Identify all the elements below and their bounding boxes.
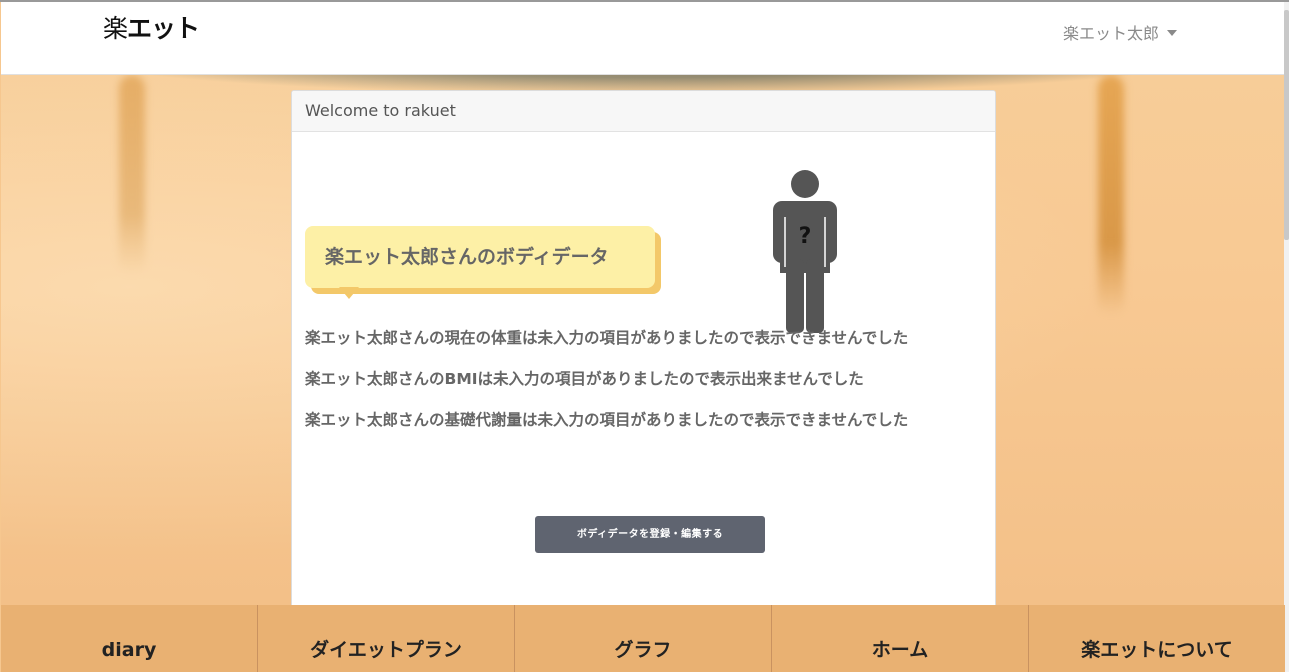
user-dropdown-toggle[interactable]: 楽エット太郎 (1063, 22, 1178, 46)
nav-item-diary[interactable]: diary (1, 605, 258, 672)
brand-logo-part2: エット (127, 14, 200, 43)
bottom-navigation: diary ダイエットプラン グラフ ホーム 楽エットについて (1, 605, 1285, 672)
nav-item-diet-plan[interactable]: ダイエットプラン (258, 605, 515, 672)
brand-logo[interactable]: 楽エット (103, 14, 200, 44)
scrollbar-thumb[interactable] (1284, 10, 1289, 240)
edit-body-data-button[interactable]: ボディデータを登録・編集する (535, 516, 765, 553)
welcome-card: Welcome to rakuet 楽エット太郎さんのボディデータ ? 楽エット… (291, 90, 996, 612)
nav-item-graph[interactable]: グラフ (515, 605, 772, 672)
brand-logo-part1: 楽 (103, 14, 128, 43)
page-scrollbar[interactable] (1284, 2, 1289, 672)
nav-item-about[interactable]: 楽エットについて (1029, 605, 1285, 672)
weight-status-text: 楽エット太郎さんの現在の体重は未入力の項目がありましたので表示できませんでした (305, 329, 909, 347)
question-mark: ? (799, 224, 812, 249)
speech-bubble-tail (339, 287, 359, 299)
bmi-status-text: 楽エット太郎さんのBMIは未入力の項目がありましたので表示出来ませんでした (305, 370, 864, 388)
top-navbar: 楽エット 楽エット太郎 (1, 2, 1284, 75)
user-name: 楽エット太郎 (1063, 24, 1160, 43)
person-silhouette-icon: ? (773, 170, 837, 333)
caret-down-icon (1167, 30, 1178, 36)
card-title: Welcome to rakuet (292, 91, 995, 132)
metabolism-status-text: 楽エット太郎さんの基礎代謝量は未入力の項目がありましたので表示できませんでした (305, 411, 909, 429)
body-data-speech-bubble: 楽エット太郎さんのボディデータ (305, 226, 655, 288)
nav-item-home[interactable]: ホーム (772, 605, 1029, 672)
